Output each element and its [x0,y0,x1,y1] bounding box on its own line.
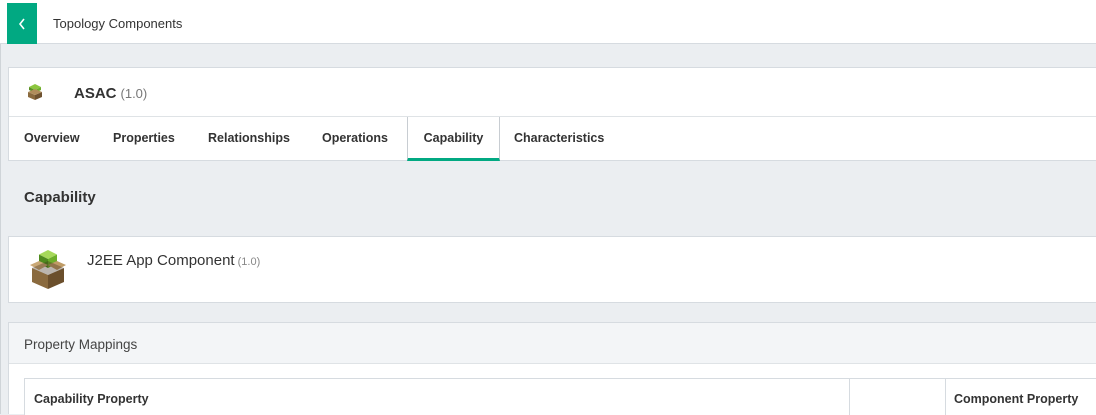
component-header: ASAC (1.0) Overview Properties Relationsh… [8,67,1096,161]
capability-name[interactable]: J2EE App Component [87,252,235,269]
page-title: Topology Components [53,16,183,31]
capability-version: (1.0) [237,256,261,268]
component-version: (1.0) [120,86,148,101]
property-mappings-panel: Property Mappings Capability Property Co… [8,322,1096,415]
tab-properties[interactable]: Properties [113,117,175,161]
tab-relationships[interactable]: Relationships [208,117,290,161]
capability-title: J2EE App Component (1.0) [87,252,260,269]
column-divider [849,379,850,415]
property-mappings-header: Property Mappings [9,323,1096,364]
tab-bar: Overview Properties Relationships Operat… [9,116,1096,162]
chevron-left-icon [18,18,25,29]
window-edge [0,0,1,414]
back-button[interactable] [7,3,37,44]
tab-operations[interactable]: Operations [322,117,388,161]
component-title: ASAC (1.0) [74,85,147,102]
column-header-capability-property[interactable]: Capability Property [34,392,149,406]
column-header-component-property[interactable]: Component Property [954,392,1078,406]
tab-characteristics[interactable]: Characteristics [514,117,604,161]
property-mappings-table: Capability Property Component Property [24,378,1096,415]
tab-capability[interactable]: Capability [407,117,500,161]
capability-card: J2EE App Component (1.0) [8,236,1096,303]
property-mappings-title: Property Mappings [24,337,138,352]
section-heading: Capability [24,189,96,206]
component-box-icon [30,250,66,289]
component-name: ASAC [74,85,117,102]
column-divider [945,379,946,415]
top-bar: Topology Components [0,0,1096,44]
tab-overview[interactable]: Overview [24,117,80,161]
component-box-icon [28,84,42,100]
